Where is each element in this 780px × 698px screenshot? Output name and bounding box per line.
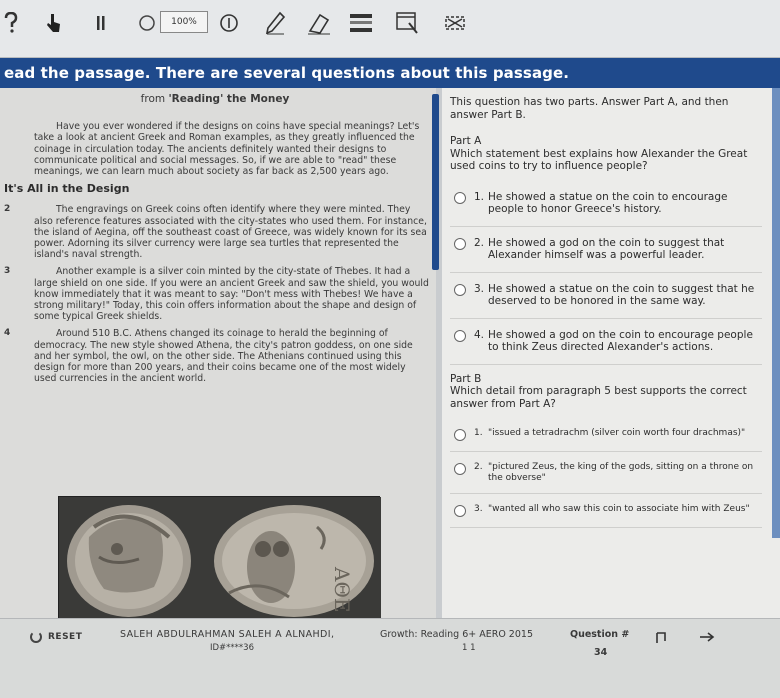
radio-button[interactable]	[454, 429, 466, 441]
question-number: 34	[594, 647, 608, 658]
pointer-icon[interactable]	[40, 10, 66, 36]
paragraph-number: 3	[4, 266, 11, 277]
part-b-option-3[interactable]: 3. "wanted all who saw this coin to asso…	[450, 500, 762, 528]
passage-paragraph-1: Have you ever wondered if the designs on…	[34, 121, 420, 178]
radio-button[interactable]	[454, 329, 466, 342]
reset-icon	[30, 631, 42, 643]
radio-button[interactable]	[454, 283, 466, 296]
part-a-prompt: Which statement best explains how Alexan…	[450, 147, 748, 173]
masking-icon[interactable]	[440, 10, 470, 36]
highlighter-icon[interactable]	[392, 10, 422, 36]
student-name: SALEH ABDULRAHMAN SALEH A ALNAHDI,	[120, 629, 335, 640]
paragraph-number: 4	[4, 328, 11, 339]
svg-text:ΑΘΕ: ΑΘΕ	[330, 566, 354, 612]
part-a-option-4[interactable]: 4. He showed a god on the coin to encour…	[450, 325, 762, 365]
pause-icon[interactable]	[94, 10, 108, 36]
passage-source: from 'Reading' the Money	[140, 93, 290, 105]
radio-button[interactable]	[454, 463, 466, 475]
radio-button[interactable]	[454, 237, 466, 250]
question-scrollbar[interactable]	[772, 88, 780, 538]
passage-panel[interactable]: from 'Reading' the Money Have you ever w…	[0, 88, 436, 618]
reset-button[interactable]: RESET	[30, 631, 82, 643]
athenian-coin-image: ΑΘΕ	[58, 496, 381, 618]
zoom-in-icon[interactable]	[216, 10, 242, 36]
paragraph-number: 2	[4, 204, 11, 215]
passage-paragraph-4: 4 Around 510 B.C. Athens changed its coi…	[4, 328, 413, 385]
toolbar: 100%	[0, 0, 780, 58]
part-b-option-1[interactable]: 1. "issued a tetradrachm (silver coin wo…	[450, 424, 762, 452]
zoom-level[interactable]: 100%	[160, 11, 208, 33]
footer-bar: RESET SALEH ABDULRAHMAN SALEH A ALNAHDI,…	[0, 618, 780, 698]
question-panel[interactable]: This question has two parts. Answer Part…	[442, 88, 780, 618]
radio-button[interactable]	[454, 191, 466, 204]
comment-icon[interactable]	[136, 10, 158, 36]
part-b-prompt: Which detail from paragraph 5 best suppo…	[450, 385, 747, 410]
passage-paragraph-3: 3 Another example is a silver coin minte…	[4, 266, 429, 323]
part-b-label: Part B	[450, 372, 482, 385]
passage-paragraph-2: 2 The engravings on Greek coins often id…	[4, 204, 427, 261]
question-intro: This question has two parts. Answer Part…	[450, 96, 729, 121]
instruction-banner: ead the passage. There are several quest…	[0, 58, 780, 88]
line-reader-icon[interactable]	[346, 10, 376, 36]
eraser-icon[interactable]	[304, 10, 334, 36]
next-question-icon[interactable]	[696, 627, 718, 647]
part-b-option-2[interactable]: 2. "pictured Zeus, the king of the gods,…	[450, 458, 762, 494]
pen-icon[interactable]	[262, 10, 288, 36]
part-a-option-1[interactable]: 1. He showed a statue on the coin to enc…	[450, 187, 762, 227]
question-number-label: Question #	[570, 629, 630, 640]
part-a-label: Part A	[450, 135, 482, 147]
passage-heading: It's All in the Design	[4, 182, 130, 196]
passage-scrollbar[interactable]	[432, 94, 439, 270]
part-a-option-3[interactable]: 3. He showed a statue on the coin to sug…	[450, 279, 762, 319]
part-a-option-2[interactable]: 2. He showed a god on the coin to sugges…	[450, 233, 762, 273]
help-icon[interactable]	[0, 10, 22, 36]
test-name: Growth: Reading 6+ AERO 2015	[380, 629, 533, 640]
radio-button[interactable]	[454, 505, 466, 517]
test-page: 1 1	[462, 643, 476, 653]
student-id: ID#****36	[210, 643, 254, 653]
previous-question-icon[interactable]	[650, 627, 672, 647]
